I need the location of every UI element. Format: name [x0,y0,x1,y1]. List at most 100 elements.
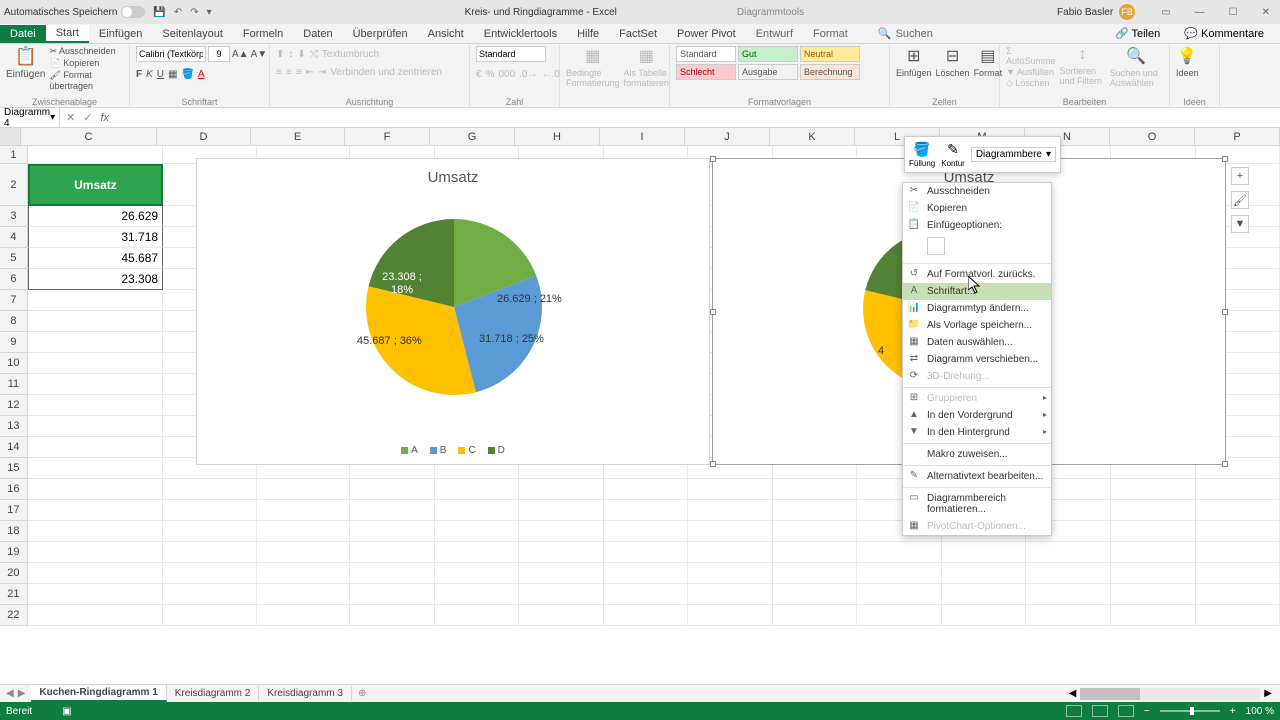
underline-icon[interactable]: U [157,69,164,80]
cell[interactable] [257,542,350,563]
sheet-nav-prev-icon[interactable]: ◀ [6,688,14,699]
delete-cells-button[interactable]: ⊟Löschen [936,46,970,78]
cell[interactable] [435,584,520,605]
cell[interactable] [1196,563,1280,584]
col-header[interactable]: H [515,128,600,145]
cell[interactable] [28,458,163,479]
row-header[interactable]: 13 [0,416,28,437]
mini-toolbar[interactable]: 🪣 Füllung ✎ Kontur Diagrammbere▾ [904,136,1061,173]
view-pagebreak-icon[interactable] [1118,705,1134,717]
fill-color-icon[interactable]: 🪣 [181,69,193,80]
ctx-als-vorlage[interactable]: 📁Als Vorlage speichern... [903,317,1051,334]
cell[interactable] [1111,500,1196,521]
row-header[interactable]: 8 [0,311,28,332]
resize-handle[interactable] [710,309,716,315]
ctx-kopieren[interactable]: 📄Kopieren [903,200,1051,217]
zoom-in-icon[interactable]: + [1230,706,1236,717]
style-neutral[interactable]: Neutral [800,46,860,62]
copy-button[interactable]: 📄 Kopieren [49,58,123,69]
cell[interactable] [942,563,1027,584]
cell[interactable] [28,290,163,311]
tab-formeln[interactable]: Formeln [233,26,293,42]
format-painter-button[interactable]: 🖌 Format übertragen [49,70,123,91]
cell[interactable] [1111,479,1196,500]
cell[interactable] [257,563,350,584]
hscroll-right-icon[interactable]: ▶ [1264,688,1272,699]
cell[interactable] [257,500,350,521]
tab-entwicklertools[interactable]: Entwicklertools [474,26,567,42]
col-header[interactable]: D [157,128,251,145]
view-layout-icon[interactable] [1092,705,1108,717]
insert-cells-button[interactable]: ⊞Einfügen [896,46,932,78]
tab-hilfe[interactable]: Hilfe [567,26,609,42]
style-standard[interactable]: Standard [676,46,736,62]
ctx-hintergrund[interactable]: ▼In den Hintergrund▸ [903,424,1051,441]
resize-handle[interactable] [710,156,716,162]
font-decrease-icon[interactable]: A▼ [251,49,268,60]
ctx-reset-format[interactable]: ↺Auf Formatvorl. zurücks. [903,266,1051,283]
cell[interactable] [257,479,350,500]
close-icon[interactable]: ✕ [1256,7,1276,18]
style-ausgabe[interactable]: Ausgabe [738,64,798,80]
cell[interactable] [163,542,256,563]
cell[interactable] [1111,563,1196,584]
cell[interactable] [942,584,1027,605]
tab-datei[interactable]: Datei [0,25,46,43]
paste-button[interactable]: 📋 Einfügen [6,46,45,80]
cell[interactable] [163,584,256,605]
horizontal-scrollbar[interactable] [1080,688,1260,700]
zoom-level[interactable]: 100 % [1246,706,1274,717]
resize-handle[interactable] [1222,309,1228,315]
search-box[interactable]: 🔍 Suchen [878,27,933,40]
resize-handle[interactable] [1222,156,1228,162]
cell[interactable] [1196,521,1280,542]
ribbon-options-icon[interactable]: ▭ [1155,7,1176,18]
select-all-corner[interactable] [0,128,21,145]
col-header[interactable]: O [1110,128,1195,145]
cell[interactable] [942,542,1027,563]
col-header[interactable]: G [430,128,515,145]
row-header[interactable]: 7 [0,290,28,311]
cell[interactable] [28,332,163,353]
cell[interactable] [519,584,604,605]
undo-icon[interactable]: ↶ [174,7,182,18]
cell[interactable] [857,542,942,563]
cell[interactable] [1111,605,1196,626]
cell[interactable] [942,605,1027,626]
cell[interactable] [773,500,858,521]
cell[interactable] [28,521,163,542]
tab-entwurf[interactable]: Entwurf [746,26,803,42]
row-header[interactable]: 4 [0,227,28,248]
cell[interactable] [28,353,163,374]
cell[interactable] [604,479,689,500]
row-header[interactable]: 12 [0,395,28,416]
cell[interactable]: 23.308 [28,269,163,290]
row-header[interactable]: 14 [0,437,28,458]
ctx-ausschneiden[interactable]: ✂Ausschneiden [903,183,1051,200]
cell[interactable] [28,311,163,332]
cell[interactable] [163,563,256,584]
cell[interactable] [1196,542,1280,563]
row-header[interactable]: 10 [0,353,28,374]
cell[interactable] [163,479,256,500]
cell[interactable] [519,479,604,500]
cell[interactable] [688,479,773,500]
row-header[interactable]: 19 [0,542,28,563]
cell[interactable] [604,542,689,563]
sheet-nav-next-icon[interactable]: ▶ [18,688,26,699]
cell[interactable] [28,374,163,395]
outline-button[interactable]: ✎ Kontur [941,141,965,168]
cell[interactable] [257,605,350,626]
cell[interactable] [519,563,604,584]
cell[interactable] [350,479,435,500]
fx-icon[interactable]: fx [100,112,109,124]
cell[interactable] [28,416,163,437]
row-header[interactable]: 1 [0,146,28,164]
kommentare-button[interactable]: 💬 Kommentare [1176,25,1272,42]
col-header[interactable]: E [251,128,345,145]
row-header[interactable]: 6 [0,269,28,290]
cell[interactable] [435,479,520,500]
row-header[interactable]: 9 [0,332,28,353]
row-header[interactable]: 16 [0,479,28,500]
redo-icon[interactable]: ↷ [190,7,198,18]
